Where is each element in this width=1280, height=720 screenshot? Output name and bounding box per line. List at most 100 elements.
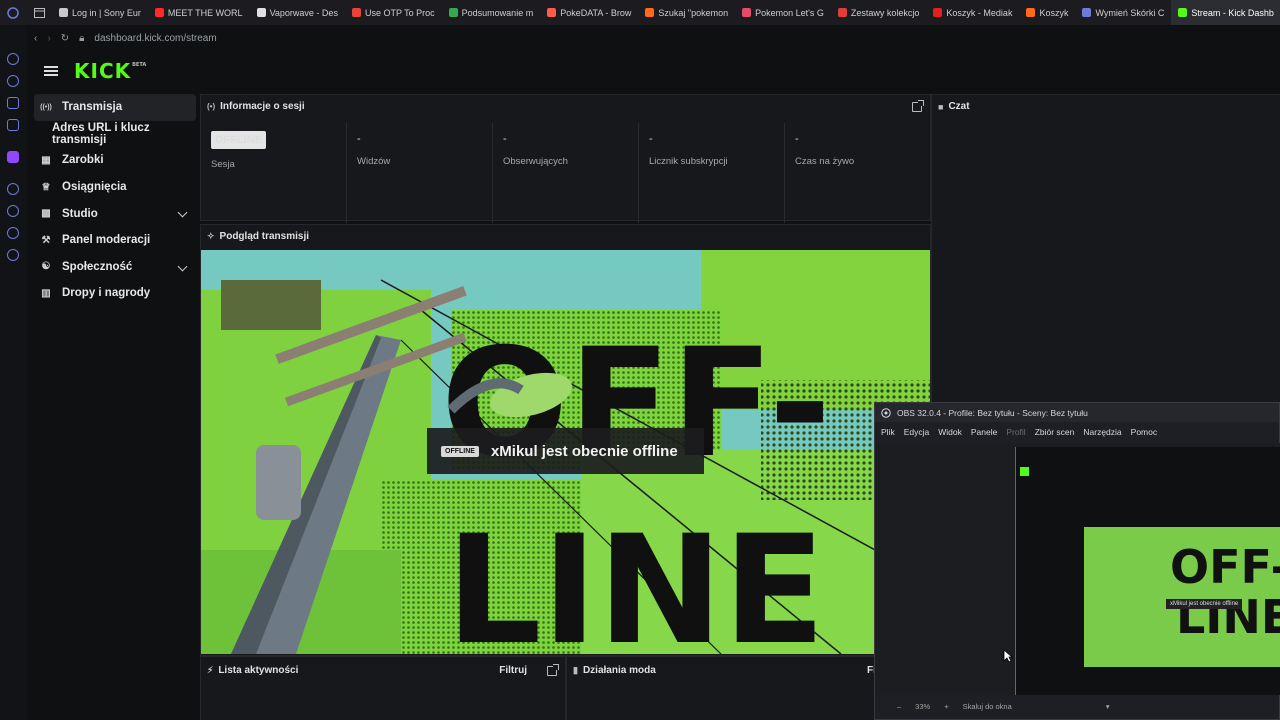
sidebar-item-dropy-i-nagrody[interactable]: ▥ Dropy i nagrody (26, 280, 196, 307)
sidebar-item-adres-url-i-klucz-transmisji[interactable]: Adres URL i klucz transmisji (26, 121, 196, 148)
mouse-cursor-icon (1003, 649, 1013, 663)
twitch-icon[interactable] (7, 151, 19, 163)
tab-label: Zestawy kolekcjo (850, 7, 920, 18)
extension-icon[interactable] (7, 97, 19, 109)
browser-tab[interactable]: Koszyk - Mediak (926, 0, 1019, 25)
stat-cell: - Obserwujących (493, 123, 639, 223)
extension-icon[interactable] (7, 53, 19, 65)
menu-icon[interactable] (44, 66, 58, 76)
tab-favicon-icon (645, 8, 655, 17)
offline-message-text: xMikul jest obecnie offline (490, 442, 678, 460)
status-badge: OFFLINE (211, 131, 267, 149)
tab-label: Vaporwave - Des (269, 7, 338, 18)
kick-logo[interactable]: KICKBETA (74, 59, 146, 83)
chat-panel: ■ Czat (931, 94, 1280, 424)
browser-tab[interactable]: Pokemon Let's G (735, 0, 831, 25)
sidebar-item-zarobki[interactable]: ▦ Zarobki (26, 147, 196, 174)
lightning-icon: ⚡︎ (207, 665, 214, 675)
sidebar-item-społeczność[interactable]: ☯ Społeczność (26, 254, 196, 281)
obs-menu-item[interactable]: Zbiór scen (1035, 427, 1075, 437)
stat-value: - (503, 133, 507, 145)
obs-menu-item[interactable]: Edycja (904, 427, 930, 437)
browser-tab[interactable]: Use OTP To Proc (345, 0, 442, 25)
sidebar-item-label: Osiągnięcia (62, 181, 127, 194)
zoom-out-icon[interactable]: – (897, 702, 901, 711)
screen: Log in | Sony Eur MEET THE WORL Vaporwave … (0, 0, 1280, 720)
stat-cell: OFFLINE Sesja (201, 123, 347, 223)
stat-cell: - Czas na żywo (785, 123, 930, 223)
reload-icon[interactable]: ↻ (61, 33, 69, 44)
obs-menu-item[interactable]: Plik (881, 427, 895, 437)
stat-label: Licznik subskrypcji (649, 156, 728, 167)
browser-tab[interactable]: Zestawy kolekcjo (831, 0, 927, 25)
tab-actions-icon[interactable] (32, 6, 46, 20)
sidebar-item-studio[interactable]: ▩ Studio (26, 200, 196, 227)
chevron-down-icon[interactable]: ▾ (1106, 702, 1110, 711)
browser-tab[interactable]: PokeDATA - Brow (540, 0, 638, 25)
mod-actions-panel: ▮ Działania moda Fi (566, 656, 886, 720)
panel-title: ■ Czat (938, 101, 970, 112)
stat-label: Sesja (211, 159, 235, 170)
extension-icon[interactable] (7, 205, 19, 217)
art-text-line: LINE (446, 504, 825, 654)
browser-tab[interactable]: Podsumowanie m (442, 0, 541, 25)
obs-window: OBS 32.0.4 - Profile: Bez tytułu - Sceny… (874, 402, 1280, 720)
session-title: Informacje o sesji (220, 101, 305, 112)
chevron-down-icon[interactable] (177, 207, 188, 218)
popout-icon[interactable] (547, 664, 559, 676)
tab-favicon-icon (1026, 8, 1036, 17)
obs-preview-canvas[interactable]: OFF- LINE xMikul jest obecnie offline (875, 443, 1280, 695)
sidebar-item-label: Studio (62, 207, 98, 220)
offline-message: OFFLINE xMikul jest obecnie offline (427, 428, 704, 474)
obs-title: OBS 32.0.4 - Profile: Bez tytułu - Sceny… (897, 407, 1088, 418)
obs-menu-item[interactable]: Pomoc (1131, 427, 1157, 437)
browser-tab[interactable]: MEET THE WORL (148, 0, 250, 25)
sidebar: ((•)) Transmisja Adres URL i klucz transmi… (26, 94, 196, 307)
logo-text: KICK (74, 59, 132, 83)
tab-favicon-icon (837, 8, 847, 17)
browser-tab[interactable]: Koszyk (1019, 0, 1075, 25)
obs-menu-item[interactable]: Widok (938, 427, 962, 437)
mod-actions-title: Działania moda (582, 665, 656, 676)
extension-icon[interactable] (7, 227, 19, 239)
browser-tab[interactable]: Vaporwave - Des (250, 0, 345, 25)
browser-tab[interactable]: Log in | Sony Eur (52, 0, 148, 25)
tab-label: Pokemon Let's G (755, 7, 824, 18)
stat-value: - (357, 133, 361, 145)
stat-label: Czas na żywo (795, 156, 855, 167)
scale-select[interactable]: Skaluj do okna (963, 702, 1012, 711)
obs-menu-item[interactable]: Panele (971, 427, 997, 437)
browser-tab[interactable]: Szukaj "pokemon (638, 0, 735, 25)
chat-icon: ■ (938, 101, 944, 112)
obs-preview-capture: OFF- LINE xMikul jest obecnie offline (1015, 447, 1280, 695)
browser-profile-icon[interactable] (6, 6, 20, 20)
tab-label: Log in | Sony Eur (72, 7, 141, 18)
tab-favicon-icon (256, 8, 266, 17)
sidebar-item-label: Dropy i nagrody (62, 287, 151, 300)
popout-icon[interactable] (912, 100, 924, 112)
obs-menu-item[interactable]: Profil (1006, 427, 1025, 437)
tab-label: Podsumowanie m (461, 7, 534, 18)
chevron-down-icon[interactable] (177, 261, 188, 272)
tab-favicon-icon (742, 8, 752, 17)
browser-tab[interactable]: Stream - Kick Dashb (1171, 0, 1280, 25)
browser-tab[interactable]: Wymień Skórki C (1075, 0, 1171, 25)
obs-menu-item[interactable]: Narzędzia (1083, 427, 1121, 437)
sidebar-item-transmisja[interactable]: ((•)) Transmisja (34, 94, 196, 121)
extension-icon[interactable] (7, 183, 19, 195)
tab-favicon-icon (547, 8, 557, 17)
forward-icon[interactable]: › (47, 33, 50, 44)
extension-icon[interactable] (7, 119, 19, 131)
sidebar-item-osiągnięcia[interactable]: ♕ Osiągnięcia (26, 174, 196, 201)
stat-cell: - Licznik subskrypcji (639, 123, 785, 223)
settings-icon[interactable] (7, 249, 19, 261)
url-field[interactable]: dashboard.kick.com/stream (94, 33, 216, 44)
nested-art-text: OFF- (1170, 540, 1280, 594)
sidebar-item-panel-moderacji[interactable]: ⚒ Panel moderacji (26, 227, 196, 254)
sidebar-item-label: Zarobki (62, 154, 104, 167)
back-icon[interactable]: ‹ (34, 33, 37, 44)
extension-icon[interactable] (7, 75, 19, 87)
site-info-icon[interactable]: 🔒︎ (79, 33, 84, 44)
filter-button[interactable]: Filtruj (499, 665, 527, 676)
zoom-in-icon[interactable]: + (944, 702, 948, 711)
